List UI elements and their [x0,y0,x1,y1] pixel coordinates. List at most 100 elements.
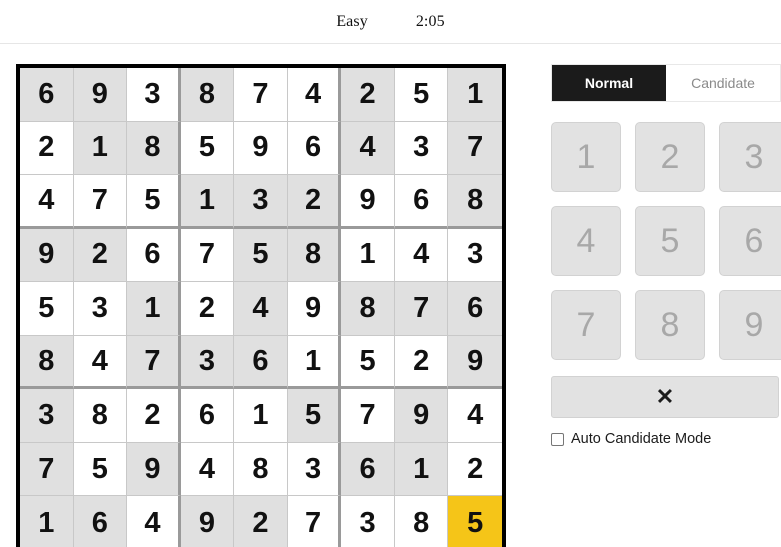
sudoku-cell-r5c8[interactable]: 7 [394,282,449,336]
sudoku-cell-r9c5[interactable]: 2 [234,496,288,547]
sudoku-cell-r7c9[interactable]: 4 [448,389,502,443]
sudoku-cell-r4c2[interactable]: 2 [73,228,128,283]
numpad-button-2[interactable]: 2 [635,122,705,192]
sudoku-cell-r3c5[interactable]: 3 [234,175,288,229]
sudoku-cell-r7c6[interactable]: 5 [287,389,342,443]
numpad-button-3[interactable]: 3 [719,122,781,192]
sudoku-cell-r2c3[interactable]: 8 [127,121,181,176]
sudoku-cell-r6c8[interactable]: 2 [394,335,449,390]
sudoku-cell-r5c9[interactable]: 6 [448,282,502,336]
sudoku-cell-r5c7[interactable]: 8 [341,282,395,336]
numpad-button-7[interactable]: 7 [551,290,621,360]
sudoku-cell-r9c7[interactable]: 3 [341,496,395,547]
sudoku-cell-r2c1[interactable]: 2 [20,121,74,176]
sudoku-cell-r1c2[interactable]: 9 [73,68,128,122]
mode-tab-group[interactable]: Normal Candidate [551,64,781,102]
numpad-button-8[interactable]: 8 [635,290,705,360]
sudoku-cell-r5c3[interactable]: 1 [127,282,181,336]
sudoku-cell-r4c6[interactable]: 8 [287,228,342,283]
sudoku-cell-r3c3[interactable]: 5 [127,175,181,229]
sudoku-cell-r4c1[interactable]: 9 [20,228,74,283]
numpad-button-1[interactable]: 1 [551,122,621,192]
sudoku-cell-r6c4[interactable]: 3 [180,335,235,390]
sudoku-cell-r7c4[interactable]: 6 [180,389,235,443]
sudoku-cell-r2c2[interactable]: 1 [73,121,128,176]
sudoku-cell-r7c2[interactable]: 8 [73,389,128,443]
sudoku-cell-r2c4[interactable]: 5 [180,121,235,176]
sudoku-cell-r6c5[interactable]: 6 [234,335,288,390]
mode-tab-candidate[interactable]: Candidate [666,65,780,101]
sudoku-cell-r3c9[interactable]: 8 [448,175,502,229]
sudoku-cell-r5c6[interactable]: 9 [287,282,342,336]
sudoku-cell-r8c5[interactable]: 8 [234,442,288,497]
number-pad[interactable]: 123 456 789 [551,122,781,360]
numpad-button-5[interactable]: 5 [635,206,705,276]
sudoku-cell-r1c7[interactable]: 2 [341,68,395,122]
sudoku-cell-r9c4[interactable]: 9 [180,496,235,547]
sudoku-cell-r8c6[interactable]: 3 [287,442,342,497]
sudoku-cell-r1c5[interactable]: 7 [234,68,288,122]
sudoku-cell-r7c7[interactable]: 7 [341,389,395,443]
sudoku-cell-r5c5[interactable]: 4 [234,282,288,336]
sudoku-cell-r8c4[interactable]: 4 [180,442,235,497]
sudoku-cell-r9c3[interactable]: 4 [127,496,181,547]
sudoku-cell-r7c3[interactable]: 2 [127,389,181,443]
sudoku-cell-r2c7[interactable]: 4 [341,121,395,176]
sudoku-cell-r1c3[interactable]: 3 [127,68,181,122]
sudoku-cell-r6c9[interactable]: 9 [448,335,502,390]
timer-label: 2:05 [415,12,445,30]
sudoku-cell-r9c8[interactable]: 8 [394,496,449,547]
sudoku-board[interactable]: 6938742512185964374751329689267581435312… [16,64,506,547]
sudoku-cell-r5c2[interactable]: 3 [73,282,128,336]
sudoku-cell-r1c9[interactable]: 1 [448,68,502,122]
sudoku-cell-r1c1[interactable]: 6 [20,68,74,122]
sudoku-cell-r3c8[interactable]: 6 [394,175,449,229]
sudoku-cell-r6c1[interactable]: 8 [20,335,74,390]
numpad-button-6[interactable]: 6 [719,206,781,276]
difficulty-label: Easy [336,12,368,30]
sudoku-cell-r8c3[interactable]: 9 [127,442,181,497]
sudoku-cell-r1c8[interactable]: 5 [394,68,449,122]
sudoku-cell-r8c9[interactable]: 2 [448,442,502,497]
sudoku-cell-r1c4[interactable]: 8 [180,68,235,122]
sudoku-cell-r4c8[interactable]: 4 [394,228,449,283]
sudoku-cell-r9c1[interactable]: 1 [20,496,74,547]
mode-tab-normal[interactable]: Normal [552,65,666,101]
sudoku-cell-r6c7[interactable]: 5 [341,335,395,390]
sudoku-cell-r4c9[interactable]: 3 [448,228,502,283]
sudoku-cell-r3c4[interactable]: 1 [180,175,235,229]
sudoku-cell-r2c5[interactable]: 9 [234,121,288,176]
sudoku-cell-r4c5[interactable]: 5 [234,228,288,283]
sudoku-cell-r8c1[interactable]: 7 [20,442,74,497]
sudoku-cell-r2c6[interactable]: 6 [287,121,342,176]
sudoku-cell-r7c1[interactable]: 3 [20,389,74,443]
sudoku-cell-r9c6[interactable]: 7 [287,496,342,547]
sudoku-cell-r9c9[interactable]: 5 [448,496,502,547]
numpad-button-4[interactable]: 4 [551,206,621,276]
sudoku-cell-r8c2[interactable]: 5 [73,442,128,497]
sudoku-cell-r3c6[interactable]: 2 [287,175,342,229]
numpad-button-9[interactable]: 9 [719,290,781,360]
sudoku-cell-r7c5[interactable]: 1 [234,389,288,443]
sudoku-cell-r6c2[interactable]: 4 [73,335,128,390]
sudoku-cell-r2c8[interactable]: 3 [394,121,449,176]
sudoku-cell-r6c3[interactable]: 7 [127,335,181,390]
sudoku-cell-r7c8[interactable]: 9 [394,389,449,443]
sudoku-cell-r4c3[interactable]: 6 [127,228,181,283]
sudoku-cell-r3c7[interactable]: 9 [341,175,395,229]
auto-candidate-checkbox[interactable] [551,432,564,446]
sudoku-cell-r3c2[interactable]: 7 [73,175,128,229]
auto-candidate-row[interactable]: Auto Candidate Mode [551,431,781,447]
sudoku-cell-r2c9[interactable]: 7 [448,121,502,176]
sudoku-cell-r4c4[interactable]: 7 [180,228,235,283]
sudoku-cell-r8c7[interactable]: 6 [341,442,395,497]
erase-button[interactable]: ✕ [551,376,779,418]
sudoku-cell-r5c4[interactable]: 2 [180,282,235,336]
sudoku-cell-r6c6[interactable]: 1 [287,335,342,390]
sudoku-cell-r5c1[interactable]: 5 [20,282,74,336]
sudoku-cell-r3c1[interactable]: 4 [20,175,74,229]
sudoku-cell-r1c6[interactable]: 4 [287,68,342,122]
sudoku-cell-r4c7[interactable]: 1 [341,228,395,283]
sudoku-cell-r9c2[interactable]: 6 [73,496,128,547]
sudoku-cell-r8c8[interactable]: 1 [394,442,449,497]
